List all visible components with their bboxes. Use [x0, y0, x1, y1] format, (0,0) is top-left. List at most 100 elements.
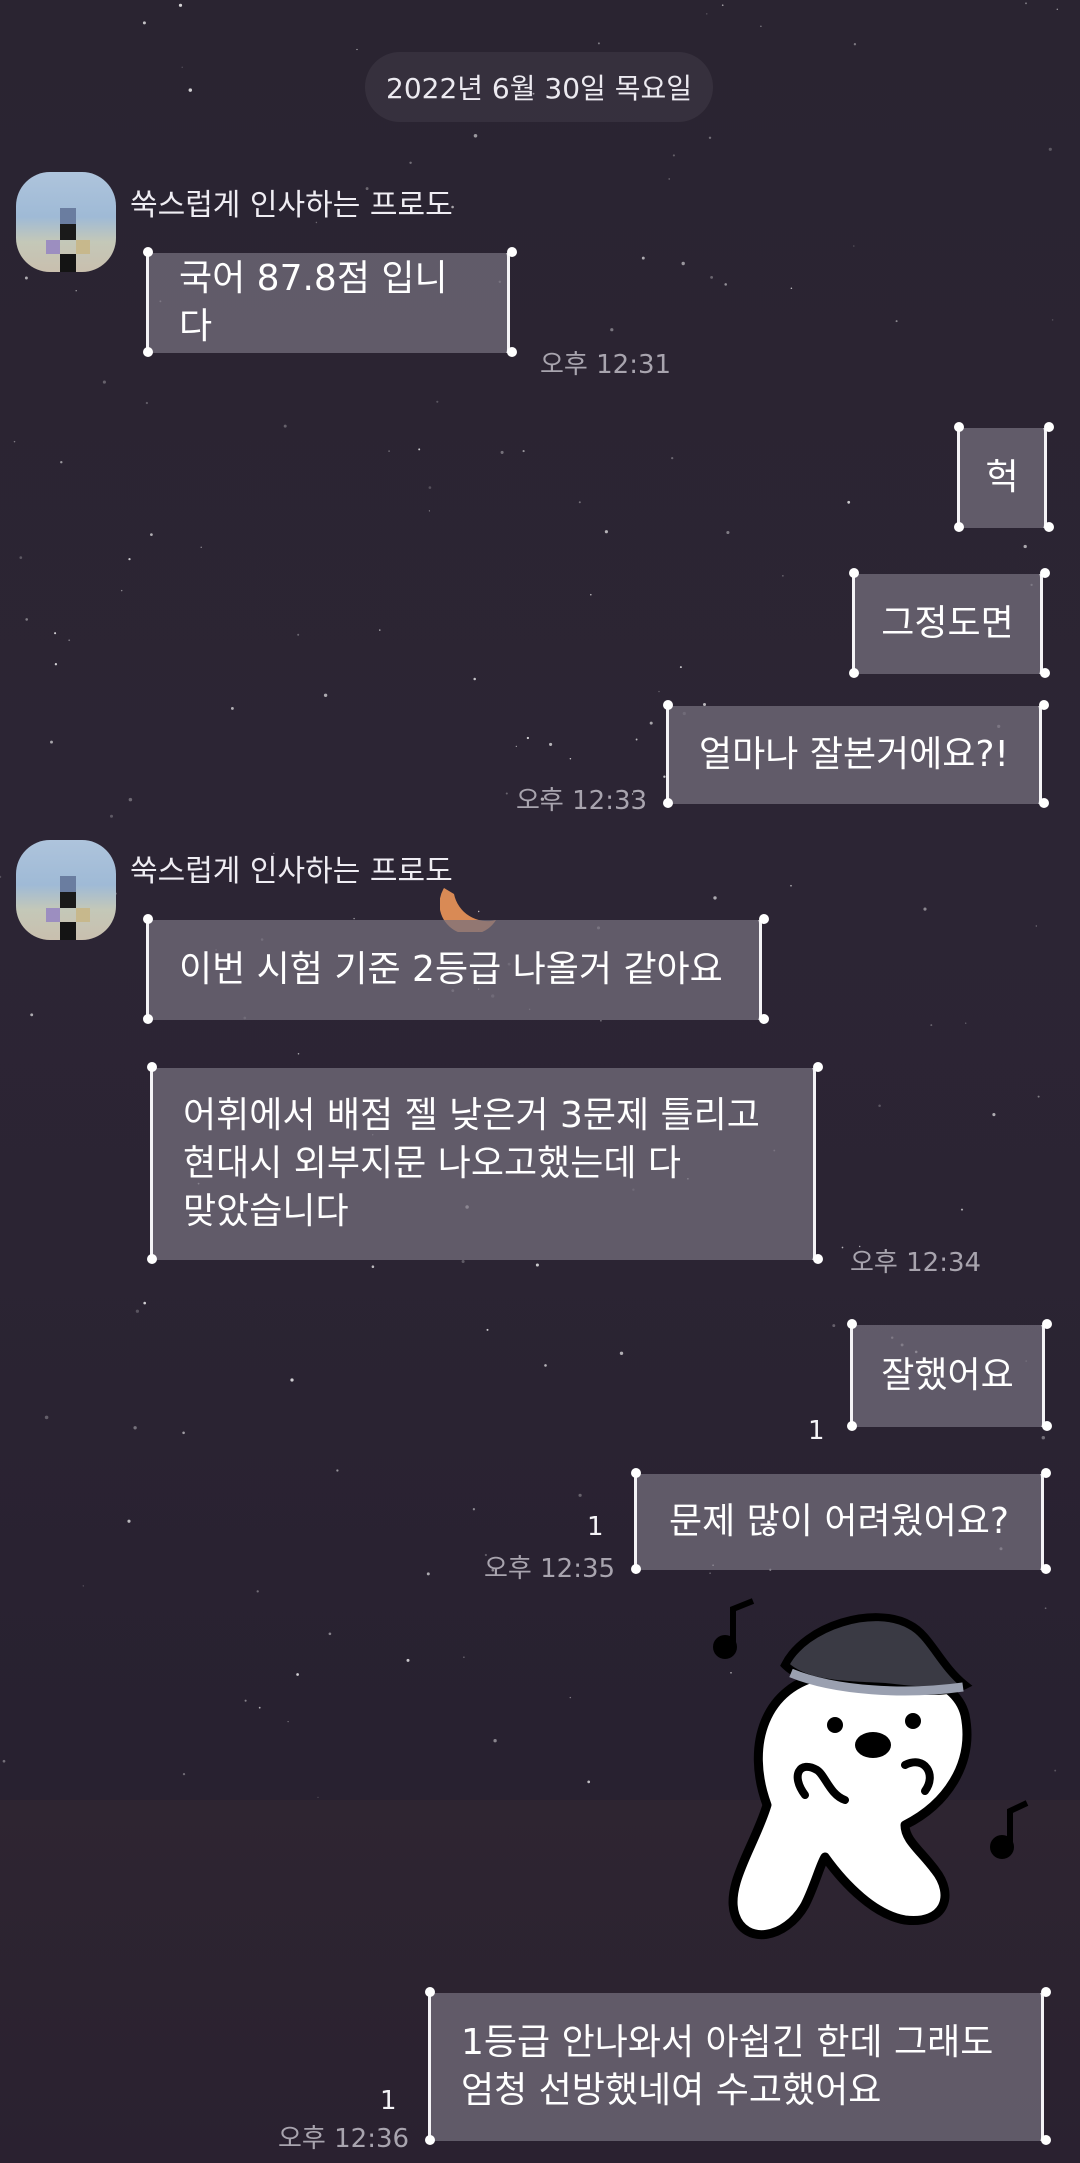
- sender-avatar[interactable]: [16, 172, 116, 272]
- message-text: 그정도면: [881, 603, 1014, 644]
- bubble-corner-dot: [1041, 1987, 1051, 1997]
- star: [790, 287, 793, 290]
- bubble-corner-dot: [1039, 798, 1049, 808]
- message-time: 오후 12:34: [850, 1248, 982, 1278]
- message-text: 어휘에서 배점 젤 낮은거 3문제 틀리고 현대시 외부지문 나오고했는데 다 …: [183, 1095, 760, 1232]
- star: [535, 1263, 539, 1267]
- bubble-corner-dot: [425, 1987, 435, 1997]
- star: [406, 1658, 410, 1662]
- star: [290, 1378, 294, 1382]
- star: [713, 896, 717, 900]
- star: [473, 677, 476, 681]
- star: [522, 450, 525, 453]
- star: [54, 663, 58, 666]
- message-text: 문제 많이 어려웠어요?: [668, 1501, 1010, 1542]
- unread-count: 1: [808, 1416, 825, 1446]
- star: [297, 633, 300, 636]
- star: [708, 136, 712, 139]
- star: [668, 178, 670, 180]
- star: [1041, 1435, 1046, 1440]
- star: [181, 66, 183, 69]
- sender-name: 쑥스럽게 인사하는 프로도: [130, 854, 453, 889]
- message-bubble-outgoing[interactable]: 1등급 안나와서 아쉽긴 한데 그래도 엄청 선방했네여 수고했어요: [425, 1987, 1051, 2145]
- star: [336, 1469, 339, 1472]
- star: [721, 4, 724, 7]
- star: [135, 1309, 140, 1313]
- star: [724, 283, 727, 286]
- bubble-corner-dot: [847, 1421, 857, 1431]
- bubble-corner-dot: [849, 668, 859, 678]
- bubble-corner-dot: [1044, 422, 1054, 432]
- star: [68, 639, 71, 642]
- message-bubble-incoming[interactable]: 국어 87.8점 입니다: [143, 247, 517, 357]
- star: [409, 161, 412, 165]
- bubble-corner-dot: [147, 1062, 157, 1072]
- message-bubble-incoming[interactable]: 이번 시험 기준 2등급 나올거 같아요: [143, 914, 769, 1024]
- star: [526, 736, 530, 740]
- date-divider-text: 2022년 6월 30일 목요일: [386, 72, 692, 105]
- star: [2, 1759, 6, 1763]
- star: [133, 1426, 137, 1430]
- star: [726, 530, 730, 535]
- message-bubble-outgoing[interactable]: 그정도면: [849, 568, 1050, 678]
- star: [493, 1739, 497, 1743]
- star: [992, 1113, 996, 1117]
- star: [102, 380, 106, 384]
- star: [590, 593, 592, 596]
- bubble-corner-dot: [813, 1254, 823, 1264]
- sender-avatar[interactable]: [16, 840, 116, 940]
- star: [182, 1431, 185, 1435]
- star: [258, 1706, 261, 1709]
- bubble-corner-dot: [143, 914, 153, 924]
- bubble-corner-dot: [759, 914, 769, 924]
- star: [472, 1508, 476, 1511]
- message-bubble-outgoing[interactable]: 헉: [954, 422, 1054, 532]
- star: [463, 1656, 465, 1658]
- message-text: 헉: [985, 457, 1019, 498]
- message-bubble-outgoing[interactable]: 문제 많이 어려웠어요?: [631, 1468, 1051, 1574]
- bubble-corner-dot: [1040, 668, 1050, 678]
- star: [24, 276, 28, 280]
- bubble-corner-dot: [1041, 1564, 1051, 1574]
- star: [230, 706, 234, 710]
- bubble-corner-dot: [507, 347, 517, 357]
- date-divider: 2022년 6월 30일 목요일: [365, 52, 713, 122]
- star: [549, 742, 553, 746]
- star: [323, 693, 328, 697]
- star: [847, 500, 851, 504]
- star: [244, 1699, 247, 1702]
- star: [82, 1585, 85, 1587]
- star: [44, 1415, 49, 1420]
- bubble-corner-dot: [663, 700, 673, 710]
- star: [461, 1259, 465, 1264]
- star: [54, 632, 57, 635]
- star: [1035, 925, 1037, 927]
- message-text: 이번 시험 기준 2등급 나올거 같아요: [179, 949, 723, 990]
- star: [371, 1265, 375, 1268]
- star: [1056, 8, 1059, 11]
- bubble-corner-dot: [143, 1014, 153, 1024]
- star: [965, 1022, 967, 1024]
- star: [587, 1780, 591, 1784]
- star: [142, 21, 146, 25]
- star: [635, 738, 638, 741]
- message-bubble-outgoing[interactable]: 얼마나 잘본거에요?!: [663, 700, 1049, 808]
- bubble-corner-dot: [1039, 700, 1049, 710]
- message-text: 국어 87.8점 입니다: [179, 258, 448, 347]
- star: [505, 792, 508, 795]
- dancing-character-sticker[interactable]: [705, 1595, 1045, 1965]
- star: [428, 510, 430, 512]
- star: [256, 1590, 259, 1593]
- star: [1037, 1095, 1040, 1098]
- unread-count: 1: [380, 2086, 397, 2116]
- star: [790, 884, 792, 887]
- star: [109, 814, 114, 818]
- star: [426, 1572, 430, 1576]
- message-bubble-incoming[interactable]: 어휘에서 배점 젤 낮은거 3문제 틀리고 현대시 외부지문 나오고했는데 다 …: [147, 1062, 823, 1264]
- message-bubble-outgoing[interactable]: 잘했어요: [847, 1319, 1052, 1431]
- star: [60, 461, 63, 464]
- star: [13, 440, 16, 443]
- star: [428, 486, 432, 489]
- bubble-corner-dot: [147, 1254, 157, 1264]
- star: [30, 1013, 34, 1017]
